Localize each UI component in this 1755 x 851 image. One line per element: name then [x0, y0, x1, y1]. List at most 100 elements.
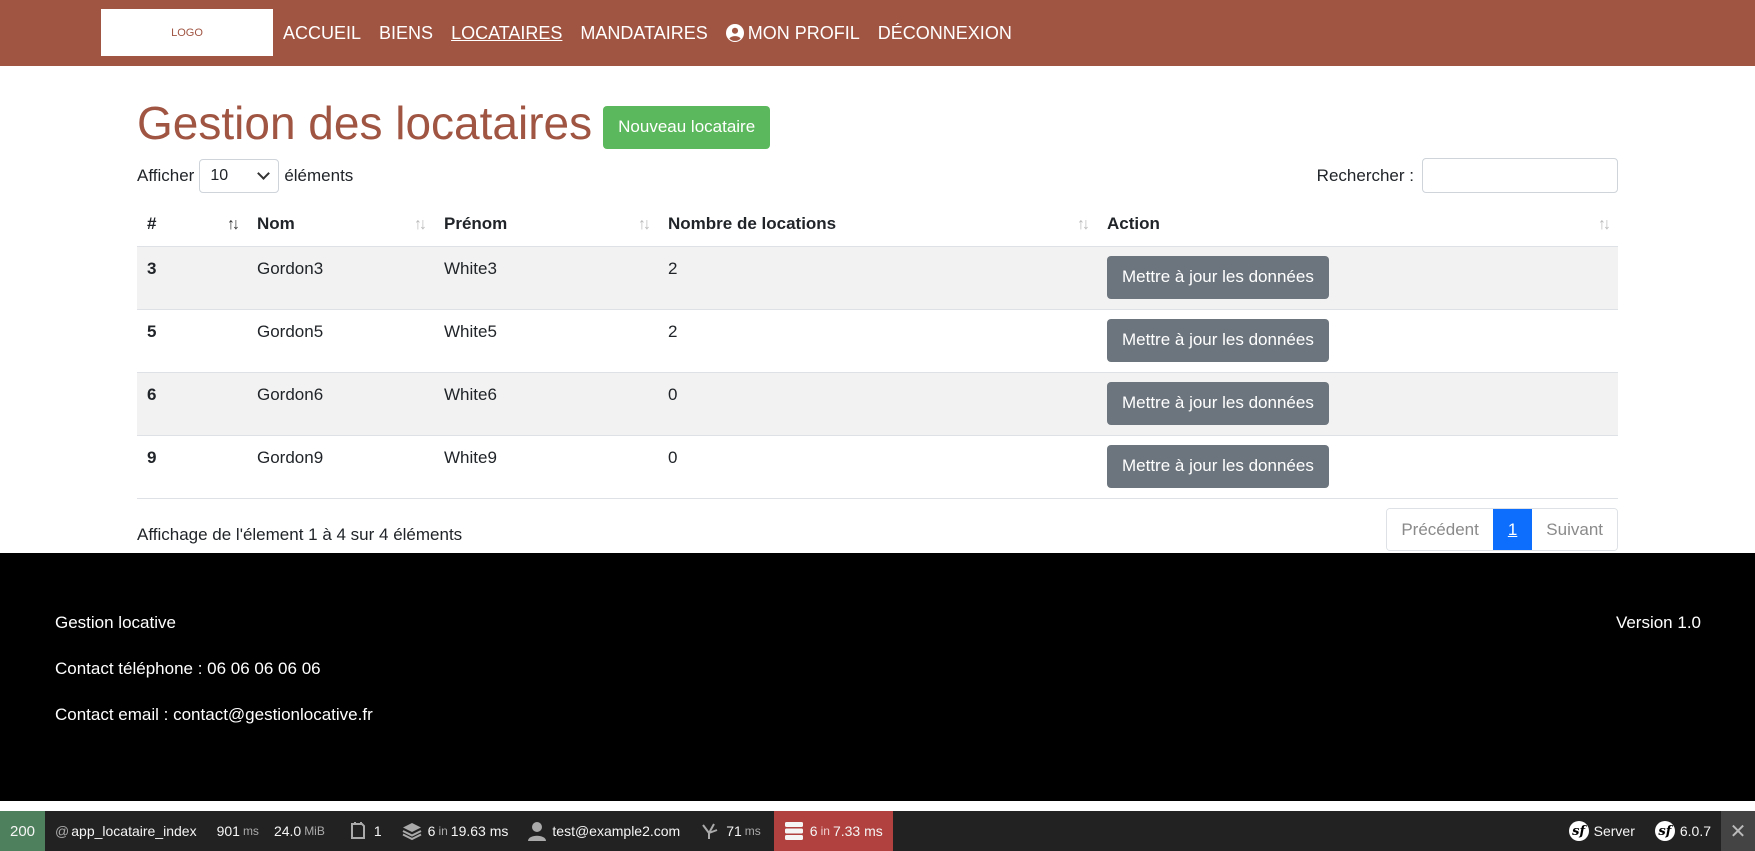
page-title: Gestion des locataires — [137, 97, 593, 149]
column-header-prenom[interactable]: Prénom ↑↓ — [434, 203, 658, 247]
update-button[interactable]: Mettre à jour les données — [1107, 255, 1329, 299]
cell-action: Mettre à jour les données — [1097, 309, 1618, 373]
at-icon: @ — [55, 823, 70, 839]
column-header-locations[interactable]: Nombre de locations ↑↓ — [658, 203, 1097, 247]
nav-mon-profil[interactable]: MON PROFIL — [725, 23, 860, 44]
cell-nom: Gordon3 — [247, 246, 434, 310]
cell-nom: Gordon9 — [247, 435, 434, 499]
column-header-id[interactable]: # ↑↓ — [137, 203, 247, 247]
nav-links: ACCUEIL BIENS LOCATAIRES MANDATAIRES MON… — [283, 0, 1030, 66]
chevron-down-icon — [257, 167, 271, 180]
memory-unit: MiB — [304, 824, 325, 838]
new-locataire-button[interactable]: Nouveau locataire — [603, 105, 771, 149]
column-header-label: Nom — [257, 214, 295, 234]
table-row: 9 Gordon9 White9 0 Mettre à jour les don… — [137, 435, 1618, 499]
nav-accueil[interactable]: ACCUEIL — [283, 23, 361, 44]
table-row: 6 Gordon6 White6 0 Mettre à jour les don… — [137, 372, 1618, 436]
length-menu: Afficher 10 éléments — [137, 159, 353, 193]
footer-site-name: Gestion locative — [55, 613, 176, 632]
layers-icon — [402, 823, 422, 841]
cell-nom: Gordon5 — [247, 309, 434, 373]
cell-locations: 2 — [658, 309, 1097, 373]
db-in: in — [820, 824, 830, 838]
pagination-next[interactable]: Suivant — [1532, 509, 1617, 550]
status-code-badge[interactable]: 200 — [0, 811, 46, 851]
footer: Gestion locative Contact téléphone : 06 … — [0, 553, 1755, 801]
nav-biens[interactable]: BIENS — [379, 23, 433, 44]
cell-id: 5 — [137, 309, 247, 373]
close-toolbar-button[interactable]: ✕ — [1721, 811, 1755, 851]
database-item[interactable]: 6 in 7.33 ms — [773, 811, 893, 851]
forms-item[interactable]: 1 — [338, 811, 392, 851]
cell-locations: 2 — [658, 246, 1097, 310]
cell-id: 9 — [137, 435, 247, 499]
update-button[interactable]: Mettre à jour les données — [1107, 318, 1329, 362]
cell-action: Mettre à jour les données — [1097, 246, 1618, 310]
cell-id: 6 — [137, 372, 247, 436]
length-prefix: Afficher — [137, 166, 195, 185]
user-circle-icon — [725, 24, 744, 42]
memory-value: 24.0 — [273, 823, 302, 839]
column-header-nom[interactable]: Nom ↑↓ — [247, 203, 434, 247]
cell-prenom: White5 — [434, 309, 658, 373]
user-item[interactable]: test@example2.com — [518, 811, 690, 851]
route-name: app_locataire_index — [71, 823, 197, 839]
sort-asc-icon: ↑↓ — [227, 216, 240, 234]
search-input[interactable] — [1422, 158, 1618, 193]
cell-locations: 0 — [658, 435, 1097, 499]
cell-prenom: White9 — [434, 435, 658, 499]
user-email: test@example2.com — [552, 823, 681, 839]
cell-action: Mettre à jour les données — [1097, 435, 1618, 499]
events-value: 71 — [726, 823, 742, 839]
title-row: Gestion des locataires Nouveau locataire — [137, 96, 771, 150]
server-label: Server — [1593, 823, 1635, 839]
table-header-row: # ↑↓ Nom ↑↓ Prénom ↑↓ Nombre de location… — [137, 203, 1618, 247]
nav-mandataires[interactable]: MANDATAIRES — [580, 23, 707, 44]
symfony-version: 6.0.7 — [1679, 823, 1711, 839]
symfony-icon: sf — [1568, 821, 1589, 841]
user-icon — [528, 822, 547, 841]
db-time: 7.33 ms — [832, 823, 883, 839]
sort-icon: ↑↓ — [638, 216, 651, 234]
pagination: Précédent 1 Suivant — [1386, 508, 1618, 551]
db-count: 6 — [809, 823, 818, 839]
route-item[interactable]: @ app_locataire_index — [45, 811, 207, 851]
cell-locations: 0 — [658, 372, 1097, 436]
cache-count: 6 — [427, 823, 436, 839]
cell-action: Mettre à jour les données — [1097, 372, 1618, 436]
footer-email: Contact email : contact@gestionlocative.… — [55, 705, 373, 724]
events-item[interactable]: 71 ms — [690, 811, 774, 851]
footer-version: Version 1.0 — [1615, 613, 1701, 632]
close-icon: ✕ — [1729, 820, 1747, 843]
column-header-action[interactable]: Action ↑↓ — [1097, 203, 1618, 247]
page-length-value: 10 — [210, 167, 229, 184]
time-item[interactable]: 901 ms 24.0 MiB — [207, 811, 338, 851]
footer-phone: Contact téléphone : 06 06 06 06 06 — [55, 659, 321, 678]
symfony-version-item[interactable]: sf 6.0.7 — [1645, 811, 1721, 851]
debug-toolbar: 200 @ app_locataire_index 901 ms 24.0 Mi… — [0, 811, 1755, 851]
column-header-label: Action — [1107, 214, 1160, 234]
toolbar-right: sf Server sf 6.0.7 ✕ — [1559, 811, 1755, 851]
cell-prenom: White3 — [434, 246, 658, 310]
cell-nom: Gordon6 — [247, 372, 434, 436]
column-header-label: Prénom — [444, 214, 508, 234]
update-button[interactable]: Mettre à jour les données — [1107, 444, 1329, 488]
nav-deconnexion[interactable]: DÉCONNEXION — [878, 23, 1012, 44]
time-unit: ms — [242, 824, 259, 838]
cache-item[interactable]: 6 in 19.63 ms — [392, 811, 519, 851]
database-icon — [784, 822, 803, 840]
pagination-page-1[interactable]: 1 — [1492, 509, 1533, 550]
symfony-icon: sf — [1654, 821, 1675, 841]
update-button[interactable]: Mettre à jour les données — [1107, 381, 1329, 425]
cell-prenom: White6 — [434, 372, 658, 436]
pagination-previous[interactable]: Précédent — [1387, 509, 1493, 550]
sort-icon: ↑↓ — [1598, 216, 1611, 234]
server-item[interactable]: sf Server — [1559, 811, 1645, 851]
nav-locataires[interactable]: LOCATAIRES — [451, 23, 562, 44]
page-length-select[interactable]: 10 — [199, 159, 280, 193]
time-value: 901 — [216, 823, 240, 839]
locataires-table: # ↑↓ Nom ↑↓ Prénom ↑↓ Nombre de location… — [137, 203, 1618, 499]
cell-id: 3 — [137, 246, 247, 310]
logo[interactable]: LOGO — [101, 9, 273, 56]
sort-icon: ↑↓ — [1077, 216, 1090, 234]
